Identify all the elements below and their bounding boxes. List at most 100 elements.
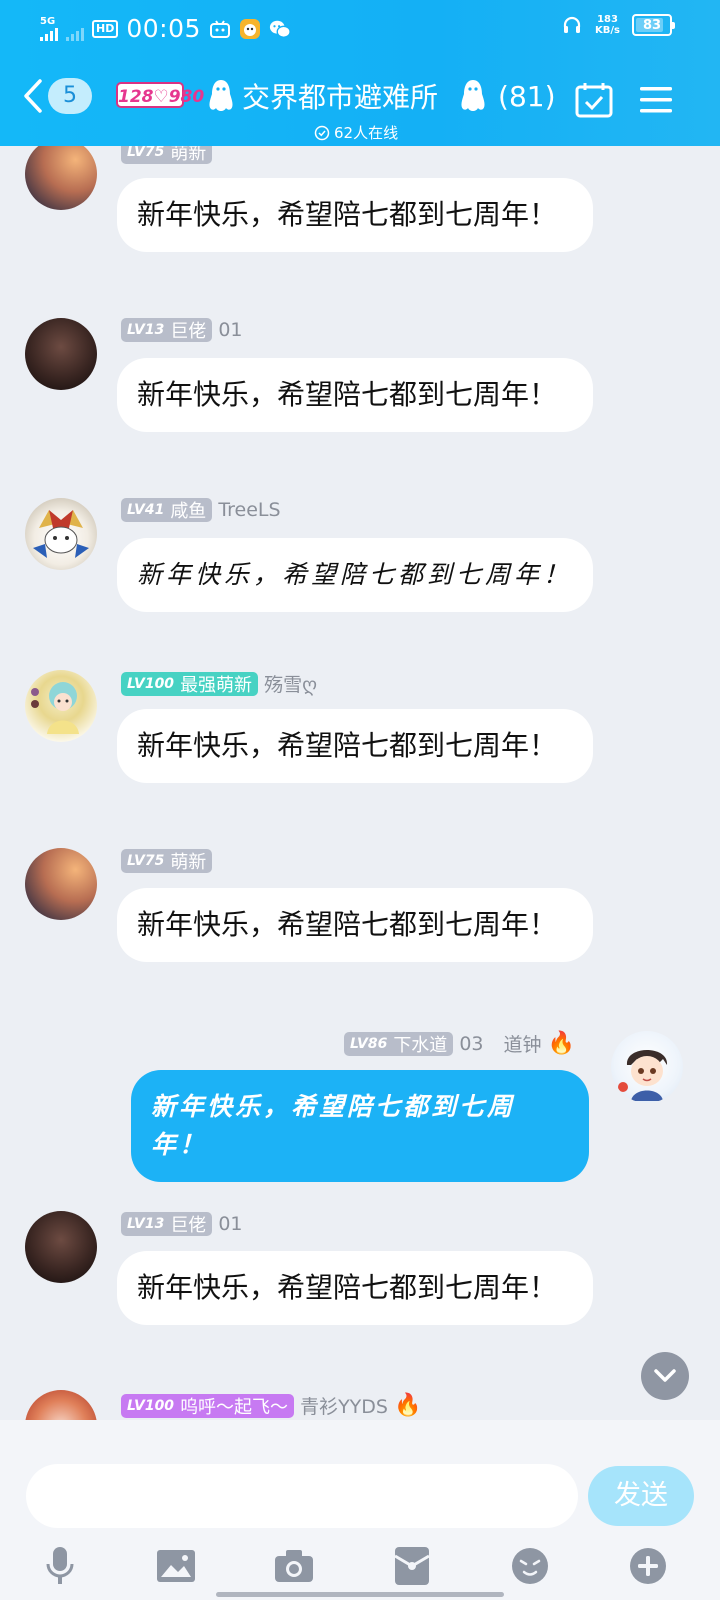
menu-icon [640,87,672,113]
sender-info: LV100 呜呼～起飞～ 青衫YYDS 🔥 [121,1392,421,1419]
red-packet-button[interactable] [390,1544,434,1588]
sender-name-prefix: 03 [459,1032,484,1055]
member-count: (81) [498,79,556,113]
sender-name[interactable]: 殇雪ღ [264,670,317,697]
online-status: 62人在线 [314,122,398,143]
avatar[interactable] [25,1211,97,1283]
message-bubble[interactable]: 新年快乐，希望陪七都到七周年！ [117,178,593,252]
input-bar: 发送 [0,1420,720,1600]
sender-info: LV13 巨佬 01 [121,318,243,342]
menu-button[interactable] [634,78,678,122]
headphones-icon [561,14,583,36]
checkin-button[interactable] [572,78,616,122]
level-number: LV86 [350,1035,388,1052]
network-speed: 183 KB/s [595,14,620,36]
network-type: 5G [40,15,56,27]
camera-button[interactable] [272,1544,316,1588]
plus-icon [630,1548,666,1584]
penguin-icon [209,80,233,111]
online-count: 62人在线 [334,124,399,142]
fire-icon: 🔥 [393,1393,422,1418]
level-badge: LV86 下水道 [344,1031,454,1056]
sender-name[interactable]: 01 [218,319,242,341]
header: 5G HD 00:05 183 KB/s 83 5 128♡980 交界都市避难… [0,0,720,146]
send-button[interactable]: 发送 [588,1466,694,1526]
level-number: LV13 [127,322,165,338]
calendar-check-icon [575,83,613,118]
voice-button[interactable] [38,1544,82,1588]
image-icon [157,1550,195,1582]
sender-info: LV41 咸鱼 TreeLS [121,498,281,522]
group-title: 交界都市避难所 [242,81,439,114]
speed-value: 183 [597,14,618,25]
image-button[interactable] [154,1544,198,1588]
level-title: 巨佬 [170,1215,207,1236]
fire-icon: 🔥 [547,1031,575,1056]
scroll-to-bottom-button[interactable] [641,1352,689,1400]
group-title-area[interactable]: 交界都市避难所 (81) [206,76,556,116]
message-list[interactable]: LV75 萌新 新年快乐，希望陪七都到七周年！ LV13 巨佬 01 新年快乐，希望… [0,146,720,1420]
level-badge: LV100 呜呼～起飞～ [121,1393,295,1418]
level-number: LV75 [127,146,165,160]
signal-bars-icon [40,27,58,41]
level-title: 巨佬 [170,321,207,342]
status-bar: 5G HD 00:05 183 KB/s 83 [0,0,720,56]
level-title: 萌新 [170,852,207,873]
avatar[interactable] [25,848,97,920]
level-title: 萌新 [170,146,207,164]
message-bubble[interactable]: 新年快乐，希望陪七都到七周年！ [117,538,593,612]
level-badge: LV100 最强萌新 [121,671,259,696]
sender-name[interactable]: TreeLS [218,499,280,521]
home-indicator[interactable] [216,1592,504,1597]
anime-boy-icon [618,1050,668,1101]
more-button[interactable] [626,1544,670,1588]
level-badge: LV13 巨佬 [121,1212,213,1236]
message-bubble[interactable]: 新年快乐，希望陪七都到七周年！ [117,358,593,432]
app-notification-icon [239,18,261,40]
level-badge: LV13 巨佬 [121,318,213,342]
message-bubble[interactable]: 新年快乐，希望陪七都到七周年！ [117,709,593,783]
avatar[interactable] [25,146,97,210]
anime-girl-icon [31,682,79,734]
bilibili-icon [209,18,231,40]
cat-mecha-icon [33,510,89,558]
sender-name[interactable]: 青衫YYDS [300,1392,388,1419]
avatar[interactable] [25,318,97,390]
clock: 00:05 [126,14,201,43]
back-button[interactable]: 5 [22,78,92,114]
emoji-button[interactable] [508,1544,552,1588]
level-title: 呜呼～起飞～ [180,1396,289,1418]
message-bubble-self[interactable]: 新年快乐，希望陪七都到七周年！ [131,1070,589,1182]
level-number: LV41 [127,502,165,518]
sender-info-self: LV86 下水道 03 道钟 🔥 [344,1030,575,1057]
level-number: LV100 [127,675,175,692]
penguin-icon-2 [461,80,485,111]
avatar[interactable] [25,498,97,570]
signal-5g: 5G [40,15,58,41]
group-logo[interactable]: 128♡980 [116,82,204,108]
speed-unit: KB/s [595,25,620,36]
check-circle-icon [314,125,330,140]
unread-count: 5 [48,78,92,114]
message-bubble[interactable]: 新年快乐，希望陪七都到七周年！ [117,888,593,962]
red-packet-icon [394,1547,430,1585]
sender-info: LV13 巨佬 01 [121,1212,243,1236]
sender-name[interactable]: 道钟 [504,1030,542,1057]
message-bubble[interactable]: 新年快乐，希望陪七都到七周年！ [117,1251,593,1325]
sender-name[interactable]: 01 [218,1213,242,1235]
avatar-self[interactable] [611,1031,683,1103]
chevron-down-icon [654,1369,676,1382]
hd-badge: HD [92,19,119,38]
camera-icon [275,1550,313,1582]
sender-info: LV100 最强萌新 殇雪ღ [121,670,317,697]
signal-bars-2-icon [66,27,84,41]
level-number: LV100 [127,1397,175,1414]
level-title: 最强萌新 [180,674,253,696]
level-title: 咸鱼 [170,501,207,522]
avatar[interactable] [25,1390,97,1420]
wechat-icon [269,18,291,40]
emoji-icon [512,1548,548,1584]
avatar[interactable] [25,670,97,742]
level-title: 下水道 [393,1034,448,1056]
message-input[interactable] [26,1464,578,1528]
